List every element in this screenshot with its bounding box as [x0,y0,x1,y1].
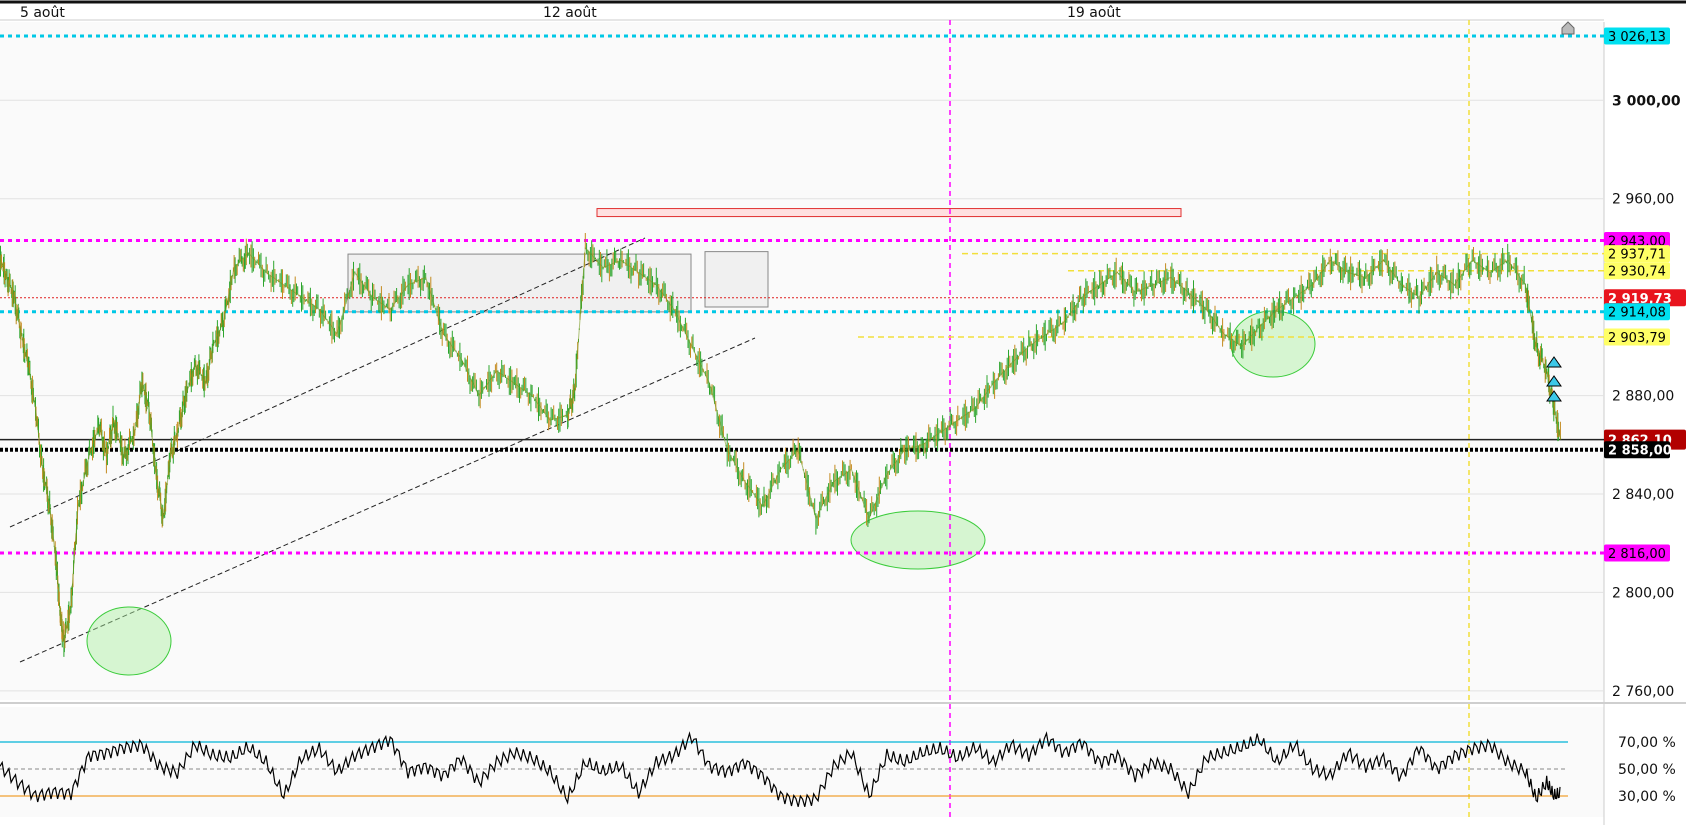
level-tag-label: 2 914,08 [1608,306,1666,321]
price-tick-label: 2 800,00 [1612,585,1674,601]
resistance-zone[interactable] [596,208,1182,218]
level-tag-label: 2 816,00 [1608,547,1666,562]
date-label: 5 août [20,5,65,21]
price-tick-label: 2 960,00 [1612,192,1674,208]
level-tag-label: 3 026,13 [1608,30,1666,45]
date-label: 12 août [543,5,597,21]
price-chart[interactable]: 3 026,132 943,002 937,712 930,742 919,73… [0,0,1686,825]
consolidation-box[interactable] [704,251,769,308]
level-tag-label: 2 858,00 [1608,444,1672,459]
price-panel-background [0,22,1604,700]
level-tag-label: 2 903,79 [1608,331,1666,346]
level-tag-label: 2 930,74 [1608,265,1666,280]
price-tick-label: 2 760,00 [1612,684,1674,700]
price-tick-label: 3 000,00 [1612,93,1681,109]
rsi-tick-label: 70,00 % [1618,735,1676,751]
rsi-panel-background [0,707,1604,817]
highlight-ellipse[interactable] [86,606,172,676]
level-tag-label: 2 937,71 [1608,248,1666,263]
price-tick-label: 2 880,00 [1612,389,1674,405]
rsi-tick-label: 30,00 % [1618,789,1676,805]
chart-root: 3 026,13 2 943,00 2 937,71 2 930,74 2 919,73… [0,0,1686,825]
highlight-ellipse[interactable] [850,510,986,570]
date-label: 19 août [1067,5,1121,21]
price-tick-label: 2 840,00 [1612,487,1674,503]
rsi-tick-label: 50,00 % [1618,762,1676,778]
